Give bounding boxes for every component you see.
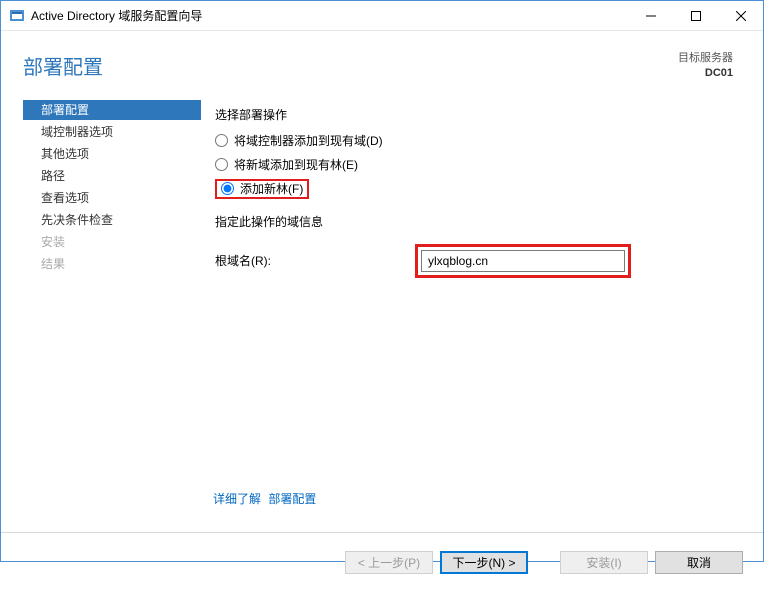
radio-label-existing-forest: 将新域添加到现有林(E) [234,156,358,173]
select-operation-label: 选择部署操作 [215,106,733,123]
root-domain-row: 根域名(R): [215,244,733,278]
close-button[interactable] [718,1,763,30]
main-area: 部署配置 域控制器选项 其他选项 路径 查看选项 先决条件检查 安装 结果 选择… [1,100,763,532]
target-server-info: 目标服务器 DC01 [678,51,733,82]
titlebar: Active Directory 域服务配置向导 [1,1,763,31]
window-controls [628,1,763,30]
radio-add-dc-existing-domain[interactable]: 将域控制器添加到现有域(D) [215,131,733,151]
previous-button: < 上一步(P) [345,551,433,574]
radio-add-new-forest[interactable]: 添加新林(F) [215,179,733,199]
root-domain-input[interactable] [421,250,625,272]
learn-more-link[interactable]: 详细了解 [213,492,261,506]
highlight-new-forest: 添加新林(F) [215,179,309,199]
page-title: 部署配置 [23,51,678,80]
more-info-links: 详细了解 部署配置 [213,490,320,507]
window-title: Active Directory 域服务配置向导 [31,7,628,24]
install-button: 安装(I) [560,551,648,574]
radio-input-existing-forest[interactable] [215,158,228,171]
target-server-label: 目标服务器 [678,51,733,66]
sidebar-item-paths[interactable]: 路径 [23,166,201,186]
radio-label-new-forest: 添加新林(F) [240,180,303,197]
highlight-root-domain-input [415,244,631,278]
wizard-sidebar: 部署配置 域控制器选项 其他选项 路径 查看选项 先决条件检查 安装 结果 [23,100,201,532]
page-header: 部署配置 目标服务器 DC01 [1,31,763,100]
topic-link[interactable]: 部署配置 [268,492,316,506]
sidebar-item-prereq[interactable]: 先决条件检查 [23,210,201,230]
sidebar-item-dc-options[interactable]: 域控制器选项 [23,122,201,142]
maximize-button[interactable] [673,1,718,30]
app-icon [9,8,25,24]
sidebar-item-review[interactable]: 查看选项 [23,188,201,208]
sidebar-item-other-options[interactable]: 其他选项 [23,144,201,164]
minimize-button[interactable] [628,1,673,30]
domain-info-label: 指定此操作的域信息 [215,213,733,230]
sidebar-item-install: 安装 [23,232,201,252]
next-button[interactable]: 下一步(N) > [440,551,528,574]
target-server-name: DC01 [678,66,733,81]
root-domain-label: 根域名(R): [215,252,415,269]
content-pane: 选择部署操作 将域控制器添加到现有域(D) 将新域添加到现有林(E) 添加新林(… [201,100,763,532]
radio-add-domain-existing-forest[interactable]: 将新域添加到现有林(E) [215,155,733,175]
radio-input-new-forest[interactable] [221,182,234,195]
radio-input-existing-domain[interactable] [215,134,228,147]
cancel-button[interactable]: 取消 [655,551,743,574]
sidebar-item-results: 结果 [23,254,201,274]
sidebar-item-deploy-config[interactable]: 部署配置 [23,100,201,120]
radio-label-existing-domain: 将域控制器添加到现有域(D) [234,132,383,149]
